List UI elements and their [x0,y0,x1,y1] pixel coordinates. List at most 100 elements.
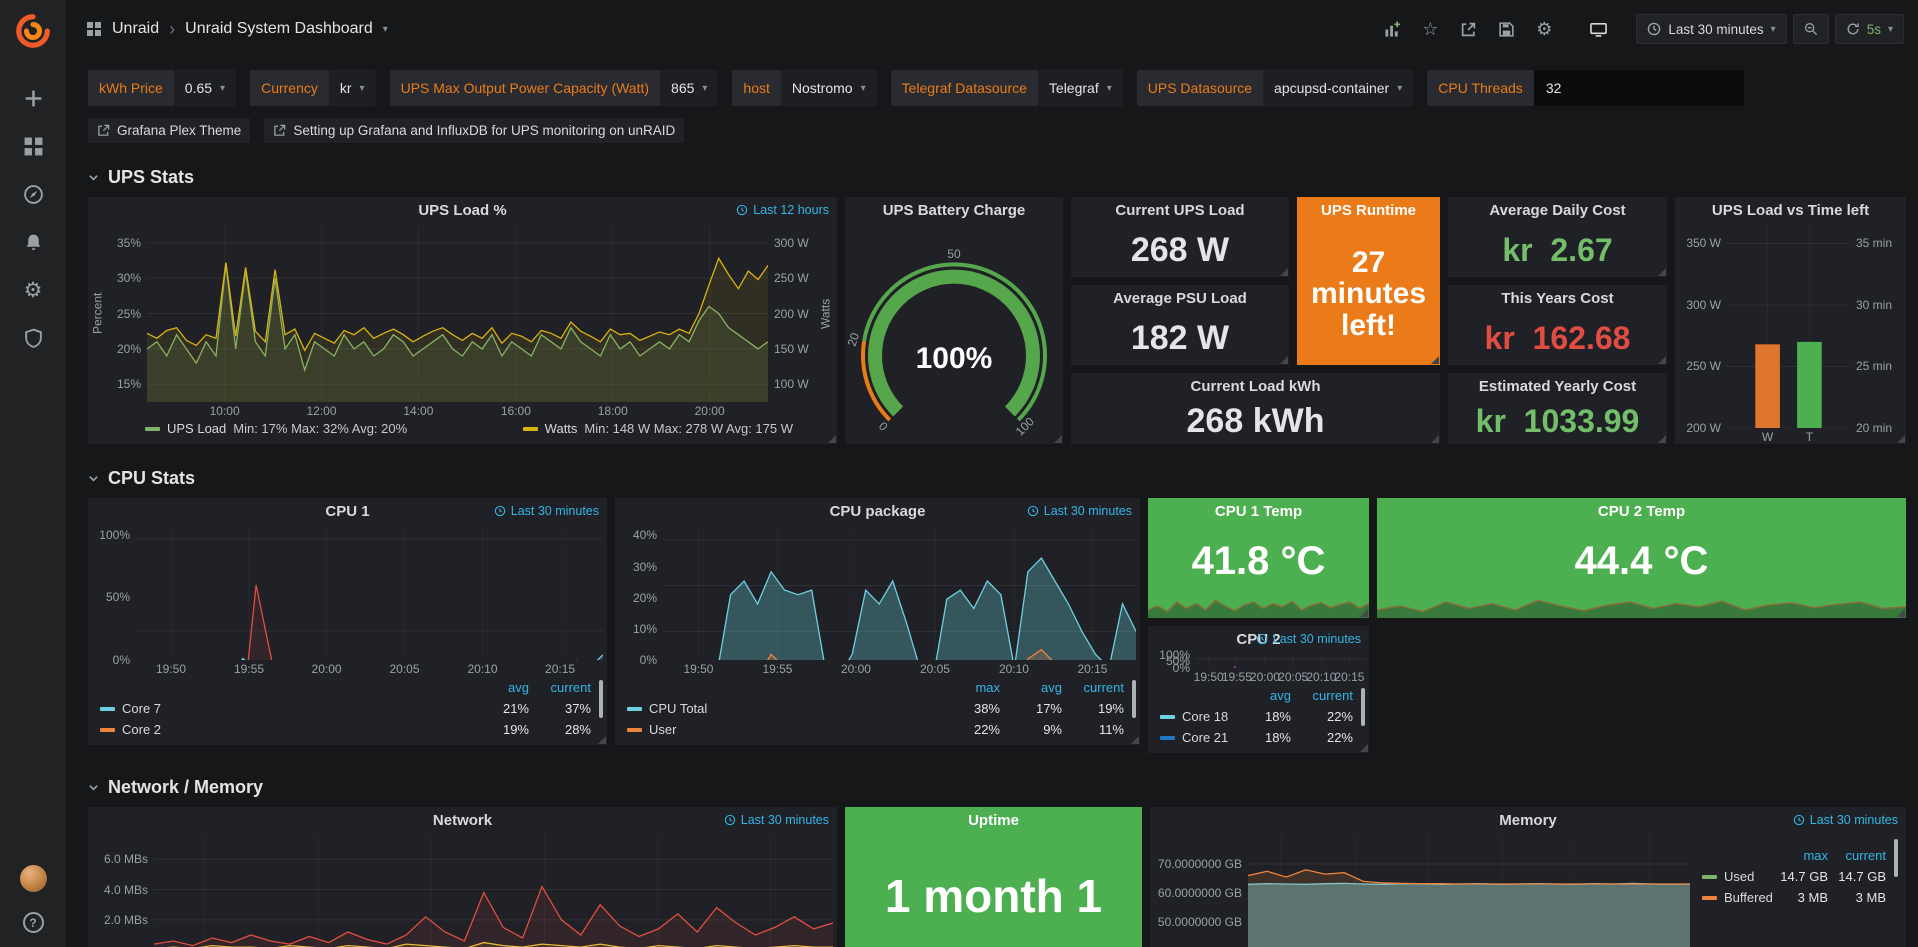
grafana-logo[interactable] [14,12,52,50]
legend-row[interactable]: Core 219%28% [100,719,591,740]
save-dashboard-button[interactable] [1490,14,1522,44]
legend-column-header[interactable]: current [1828,848,1886,863]
panel-title[interactable]: CPU package [830,503,926,520]
legend-row[interactable]: Core 2118%22% [1160,727,1353,748]
cycle-view-button[interactable] [1582,14,1614,44]
legend-item-watts[interactable]: Watts Min: 148 W Max: 278 W Avg: 175 W [523,421,793,436]
legend-column-header[interactable]: current [1291,688,1353,703]
legend-column-header[interactable]: max [1770,848,1828,863]
link-label: Grafana Plex Theme [117,123,241,138]
legend-row[interactable]: Used14.7 GB14.7 GB [1702,866,1886,887]
ups-load-plot[interactable] [147,225,768,402]
panel-title[interactable]: Current UPS Load [1115,202,1244,219]
dashboard-link-grafana-plex-theme[interactable]: Grafana Plex Theme [88,118,250,143]
legend-row[interactable]: User22%9%11% [627,719,1124,740]
panel-title[interactable]: CPU 2 Temp [1598,503,1685,520]
panel-title[interactable]: Uptime [968,812,1019,829]
cpu1-plot[interactable] [136,526,603,660]
legend-column-header[interactable]: current [529,680,591,695]
panel-title[interactable]: Average Daily Cost [1489,202,1625,219]
section-ups-stats[interactable]: UPS Stats [88,157,1906,197]
time-override-label: Last 30 minutes [741,813,829,827]
chevron-down-icon[interactable]: ▾ [383,24,388,35]
legend-row[interactable]: Core 1818%22% [1160,706,1353,727]
memory-plot[interactable] [1248,835,1690,947]
sidebar-item-create[interactable] [0,74,66,122]
legend-value: 21% [467,701,529,716]
legend-column-header[interactable]: avg [1229,688,1291,703]
panel-time-override[interactable]: Last 30 minutes [1256,632,1361,646]
variable-value-dropdown[interactable]: apcupsd-container▾ [1263,70,1413,106]
legend-item-ups-load[interactable]: UPS Load Min: 17% Max: 32% Avg: 20% [145,421,407,436]
panel-time-override[interactable]: Last 30 minutes [1027,504,1132,518]
variable-value-dropdown[interactable]: 0.65▾ [174,70,236,106]
panel-time-override[interactable]: Last 30 minutes [724,813,829,827]
sidebar-item-dashboards[interactable] [0,122,66,170]
panel-header: Average PSU Load [1071,285,1289,311]
panel-title[interactable]: CPU 1 [325,503,369,520]
y-tick-label: 0% [113,653,130,667]
legend-column-header[interactable]: max [938,680,1000,695]
x-tick-label: 20:10 [467,662,497,676]
battery-gauge[interactable]: 100% 02050100 [845,223,1063,444]
legend-scrollbar[interactable] [1132,680,1136,718]
legend-column-header[interactable]: current [1062,680,1124,695]
zoom-out-time-button[interactable] [1793,14,1829,44]
breadcrumb-folder[interactable]: Unraid [112,20,159,38]
help-icon[interactable]: ? [23,912,44,933]
panel-time-override[interactable]: Last 12 hours [736,203,829,217]
template-variables-row: kWh Price 0.65▾ Currency kr▾ UPS Max Out… [88,70,1902,106]
user-avatar[interactable] [20,865,47,892]
variable-label: UPS Datasource [1137,70,1263,106]
sidebar-item-server-admin[interactable] [0,314,66,362]
panel-title[interactable]: Network [433,812,492,829]
refresh-picker[interactable]: 5s ▾ [1835,14,1904,44]
panel-title[interactable]: This Years Cost [1501,290,1613,307]
panel-title[interactable]: Memory [1499,812,1557,829]
section-cpu-stats[interactable]: CPU Stats [88,458,1906,498]
panel-title[interactable]: UPS Load vs Time left [1712,202,1869,219]
dashboard-link-ups-monitoring-guide[interactable]: Setting up Grafana and InfluxDB for UPS … [264,118,684,143]
network-plot[interactable] [154,835,833,947]
sidebar-item-alerting[interactable] [0,218,66,266]
legend-row[interactable]: Core 721%37% [100,698,591,719]
cpu-threads-input[interactable] [1534,70,1744,106]
sidebar-item-explore[interactable] [0,170,66,218]
variable-value-dropdown[interactable]: Nostromo▾ [781,70,877,106]
panel-title[interactable]: UPS Battery Charge [883,202,1026,219]
panel-title[interactable]: Current Load kWh [1191,378,1321,395]
sidebar-item-configuration[interactable]: ⚙ [0,266,66,314]
legend-row[interactable]: Buffered3 MB3 MB [1702,887,1886,908]
add-panel-button[interactable] [1376,14,1408,44]
panel-title[interactable]: UPS Load % [418,202,506,219]
dashboard-settings-button[interactable]: ⚙ [1528,14,1560,44]
panel-title[interactable]: UPS Runtime [1321,202,1416,219]
series-color-marker [145,427,160,431]
panel-title[interactable]: Average PSU Load [1113,290,1247,307]
legend-scrollbar[interactable] [599,680,603,718]
cpu-package-plot[interactable] [663,526,1136,660]
variable-value-dropdown[interactable]: Telegraf▾ [1038,70,1123,106]
share-button[interactable] [1452,14,1484,44]
legend-column-header[interactable]: avg [467,680,529,695]
panel-time-override[interactable]: Last 30 minutes [494,504,599,518]
favorite-button[interactable]: ☆ [1414,14,1446,44]
legend-row[interactable]: CPU Total38%17%19% [627,698,1124,719]
cpu2-plot[interactable] [1196,654,1365,668]
chevron-down-icon: ▾ [1107,83,1112,94]
panel-title[interactable]: Estimated Yearly Cost [1479,378,1636,395]
time-range-picker[interactable]: Last 30 minutes ▾ [1636,14,1786,44]
ups-bar-plot[interactable] [1727,225,1850,428]
variable-value-dropdown[interactable]: kr▾ [329,70,376,106]
panel-title[interactable]: CPU 1 Temp [1215,503,1302,520]
legend-column-header[interactable]: avg [1000,680,1062,695]
variable-value-dropdown[interactable]: 865▾ [660,70,718,106]
clock-icon [736,204,748,216]
dashboard-body: UPS Stats UPS Load % Last 12 hours Perce… [66,143,1918,947]
legend-value: 9% [1000,722,1062,737]
legend-scrollbar[interactable] [1894,839,1898,877]
legend-scrollbar[interactable] [1361,688,1365,726]
page-title[interactable]: Unraid System Dashboard [185,20,373,38]
panel-time-override[interactable]: Last 30 minutes [1793,813,1898,827]
section-network-memory[interactable]: Network / Memory [88,767,1906,807]
